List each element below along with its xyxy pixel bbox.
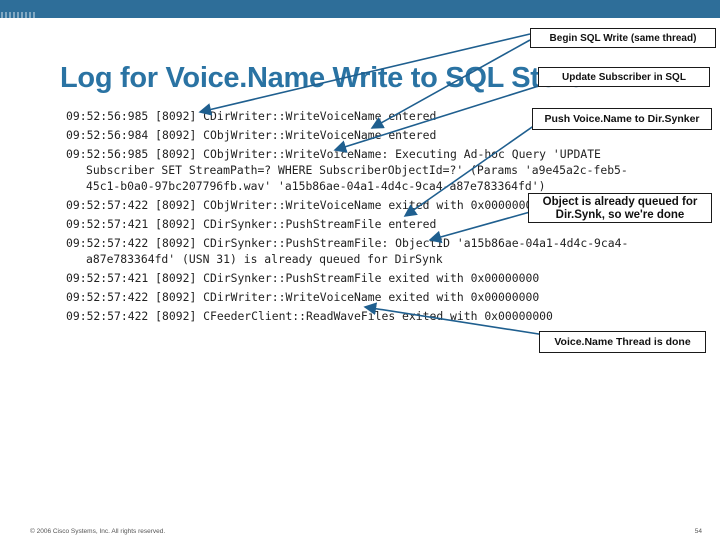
page-number: 54 [694, 528, 702, 535]
callout-push-voicename: Push Voice.Name to Dir.Synker [532, 108, 712, 130]
banner-ticks [1, 12, 35, 18]
callout-already-queued-line1: Object is already queued for [542, 196, 698, 208]
log-line: 09:52:57:422 [8092] CDirSynker::PushStre… [66, 236, 629, 250]
callout-update-subscriber: Update Subscriber in SQL [538, 67, 710, 87]
callout-begin-sql-write: Begin SQL Write (same thread) [530, 28, 716, 48]
log-line: 09:52:57:421 [8092] CDirSynker::PushStre… [66, 271, 540, 285]
callout-already-queued-line2: Dir.Synk, so we're done [555, 209, 685, 221]
callout-already-queued: Object is already queued for Dir.Synk, s… [528, 193, 712, 223]
callout-thread-done: Voice.Name Thread is done [539, 331, 706, 353]
log-line-continuation: 45c1-b0a0-97bc207796fb.wav' 'a15b86ae-04… [86, 179, 546, 193]
log-line: 09:52:56:985 [8092] CObjWriter::WriteVoi… [66, 147, 601, 161]
log-line-continuation: Subscriber SET StreamPath=? WHERE Subscr… [86, 163, 628, 177]
log-line: 09:52:57:422 [8092] CFeederClient::ReadW… [66, 309, 553, 323]
slide-title: Log for Voice.Name Write to SQL Store [60, 62, 584, 94]
top-banner [0, 0, 720, 18]
copyright-footer: © 2006 Cisco Systems, Inc. All rights re… [30, 528, 166, 535]
log-line-continuation: a87e783364fd' (USN 31) is already queued… [86, 252, 443, 266]
log-line: 09:52:57:422 [8092] CDirWriter::WriteVoi… [66, 290, 540, 304]
